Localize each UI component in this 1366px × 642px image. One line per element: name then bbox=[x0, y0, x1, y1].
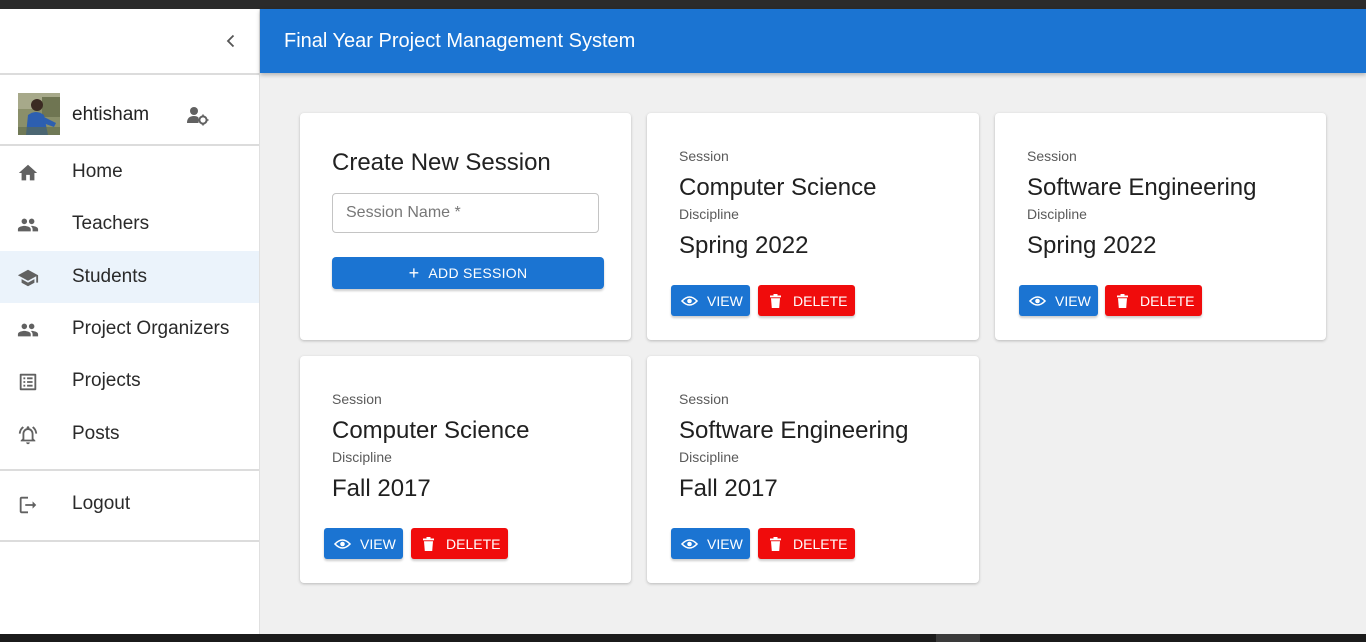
plus-icon: + bbox=[408, 263, 420, 283]
session-caption: Session bbox=[679, 148, 729, 164]
username: ehtisham bbox=[72, 104, 150, 125]
taskbar-segment bbox=[936, 634, 980, 642]
window-bottom-strip bbox=[0, 634, 1366, 642]
sidebar-item-label: Home bbox=[72, 161, 123, 182]
session-name: Software Engineering bbox=[1027, 174, 1257, 201]
logout-icon bbox=[19, 496, 37, 514]
eye-icon bbox=[681, 295, 698, 306]
sidebar-item-label: Students bbox=[72, 266, 147, 287]
sidebar-divider bbox=[0, 540, 259, 542]
delete-label: DELETE bbox=[793, 535, 848, 552]
sidebar-item-label: Projects bbox=[72, 370, 141, 391]
trash-icon bbox=[1117, 293, 1128, 308]
delete-button[interactable]: DELETE bbox=[1105, 285, 1202, 316]
logout-button[interactable]: Logout bbox=[0, 478, 259, 530]
delete-label: DELETE bbox=[1140, 292, 1195, 309]
session-card: Session Software Engineering Discipline … bbox=[995, 113, 1326, 340]
people-icon bbox=[17, 323, 39, 337]
sidebar-item-projects[interactable]: Projects bbox=[0, 355, 259, 407]
user-settings-button[interactable] bbox=[186, 105, 210, 127]
discipline-value: Spring 2022 bbox=[679, 232, 809, 259]
session-card: Session Computer Science Discipline Fall… bbox=[300, 356, 631, 583]
sidebar-divider bbox=[0, 469, 259, 471]
session-name: Computer Science bbox=[332, 417, 530, 444]
create-session-card: Create New Session + ADD SESSION bbox=[300, 113, 631, 340]
app-bar: Final Year Project Management System bbox=[260, 9, 1366, 73]
list-icon bbox=[19, 373, 37, 391]
trash-icon bbox=[770, 293, 781, 308]
session-caption: Session bbox=[679, 391, 729, 407]
logout-label: Logout bbox=[72, 493, 131, 514]
view-button[interactable]: VIEW bbox=[1019, 285, 1098, 316]
discipline-value: Spring 2022 bbox=[1027, 232, 1157, 259]
view-label: VIEW bbox=[707, 535, 743, 552]
view-label: VIEW bbox=[1055, 292, 1091, 309]
trash-icon bbox=[770, 536, 781, 551]
sidebar-item-label: Posts bbox=[72, 423, 120, 444]
sidebar-item-teachers[interactable]: Teachers bbox=[0, 198, 259, 250]
delete-button[interactable]: DELETE bbox=[758, 285, 855, 316]
collapse-sidebar-button[interactable] bbox=[216, 29, 246, 53]
eye-icon bbox=[681, 538, 698, 549]
session-caption: Session bbox=[1027, 148, 1077, 164]
session-name-input[interactable] bbox=[332, 193, 599, 233]
discipline-caption: Discipline bbox=[332, 449, 392, 465]
view-button[interactable]: VIEW bbox=[671, 285, 750, 316]
manage-account-icon bbox=[187, 107, 209, 126]
sidebar: ehtisham Home Teachers Students Project … bbox=[0, 9, 260, 634]
eye-icon bbox=[1029, 295, 1046, 306]
session-name: Software Engineering bbox=[679, 417, 909, 444]
view-label: VIEW bbox=[707, 292, 743, 309]
create-session-title: Create New Session bbox=[332, 149, 551, 176]
sidebar-item-label: Project Organizers bbox=[72, 318, 230, 339]
sidebar-item-students[interactable]: Students bbox=[0, 251, 259, 303]
sidebar-item-project-organizers[interactable]: Project Organizers bbox=[0, 303, 259, 355]
school-icon bbox=[17, 269, 39, 287]
chevron-left-icon bbox=[226, 34, 235, 48]
avatar[interactable] bbox=[18, 93, 60, 135]
discipline-value: Fall 2017 bbox=[679, 475, 778, 502]
view-button[interactable]: VIEW bbox=[671, 528, 750, 559]
trash-icon bbox=[423, 536, 434, 551]
sidebar-item-posts[interactable]: Posts bbox=[0, 408, 259, 460]
home-icon bbox=[18, 164, 38, 181]
bell-icon bbox=[18, 426, 38, 445]
delete-button[interactable]: DELETE bbox=[758, 528, 855, 559]
delete-label: DELETE bbox=[793, 292, 848, 309]
sidebar-item-label: Teachers bbox=[72, 213, 150, 234]
add-session-label: ADD SESSION bbox=[428, 265, 528, 281]
discipline-caption: Discipline bbox=[1027, 206, 1087, 222]
session-caption: Session bbox=[332, 391, 382, 407]
eye-icon bbox=[334, 538, 351, 549]
people-icon bbox=[17, 218, 39, 232]
delete-button[interactable]: DELETE bbox=[411, 528, 508, 559]
add-session-button[interactable]: + ADD SESSION bbox=[332, 257, 604, 289]
user-profile: ehtisham bbox=[0, 83, 259, 145]
page-title: Final Year Project Management System bbox=[284, 30, 636, 52]
session-card: Session Computer Science Discipline Spri… bbox=[647, 113, 979, 340]
sidebar-divider bbox=[0, 73, 259, 75]
session-name: Computer Science bbox=[679, 174, 877, 201]
discipline-caption: Discipline bbox=[679, 206, 739, 222]
delete-label: DELETE bbox=[446, 535, 501, 552]
window-top-strip bbox=[0, 0, 1366, 9]
session-card: Session Software Engineering Discipline … bbox=[647, 356, 979, 583]
sidebar-item-home[interactable]: Home bbox=[0, 146, 259, 198]
view-button[interactable]: VIEW bbox=[324, 528, 403, 559]
view-label: VIEW bbox=[360, 535, 396, 552]
discipline-value: Fall 2017 bbox=[332, 475, 431, 502]
discipline-caption: Discipline bbox=[679, 449, 739, 465]
